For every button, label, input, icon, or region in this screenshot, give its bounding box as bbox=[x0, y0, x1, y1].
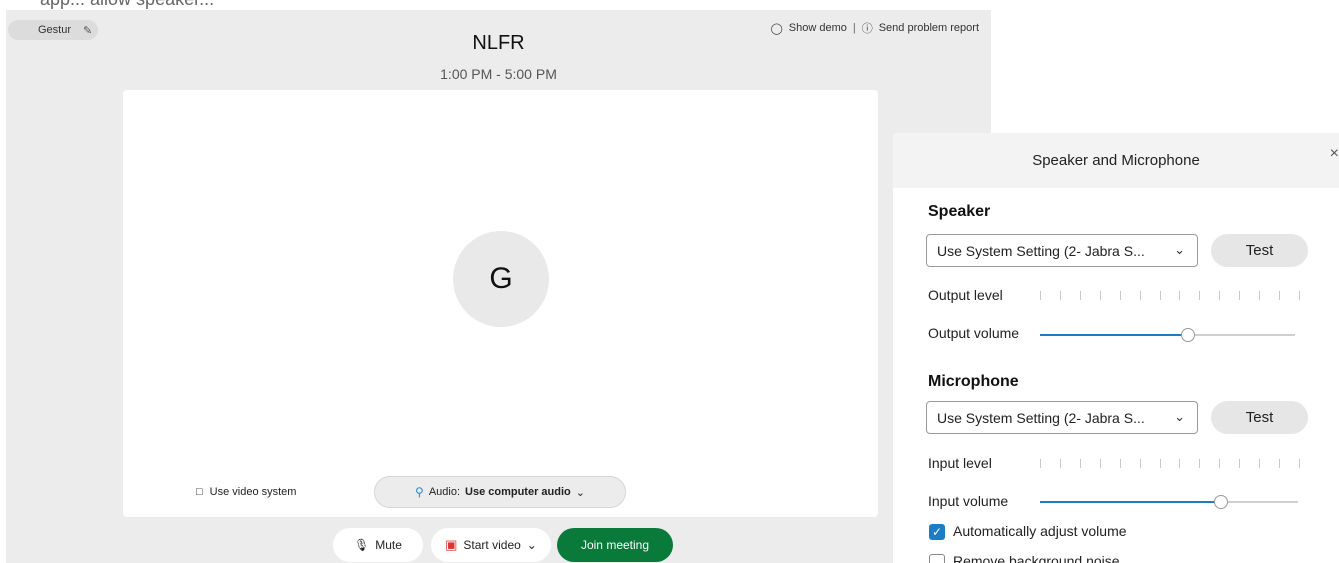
avatar: G bbox=[453, 231, 549, 327]
start-video-button[interactable]: ▣ Start video ⌄ bbox=[431, 528, 551, 562]
input-level-label: Input level bbox=[928, 455, 992, 471]
chevron-down-icon[interactable]: ⌄ bbox=[527, 538, 537, 552]
auto-adjust-checkbox[interactable]: ✓ bbox=[929, 524, 945, 540]
microphone-heading: Microphone bbox=[928, 373, 1019, 390]
headset-icon: ⚲ bbox=[415, 485, 424, 499]
start-video-label: Start video bbox=[463, 538, 521, 552]
panel-header: Speaker and Microphone bbox=[893, 133, 1339, 188]
meeting-time: 1:00 PM - 5:00 PM bbox=[440, 66, 557, 82]
auto-adjust-label: Automatically adjust volume bbox=[953, 523, 1127, 539]
microphone-select[interactable]: Use System Setting (2- Jabra S... ⌄ bbox=[926, 401, 1198, 434]
output-level-meter bbox=[1040, 291, 1300, 301]
microphone-test-button[interactable]: Test bbox=[1211, 401, 1308, 434]
background-text: app... allow speaker... bbox=[40, 0, 214, 10]
background-text-strip: app... allow speaker... bbox=[0, 0, 1339, 10]
close-icon[interactable]: × bbox=[1330, 145, 1339, 163]
chevron-down-icon: ⌄ bbox=[575, 486, 585, 499]
speaker-select[interactable]: Use System Setting (2- Jabra S... ⌄ bbox=[926, 234, 1198, 267]
audio-value: Use computer audio bbox=[465, 486, 571, 498]
use-video-system-button[interactable]: □ Use video system bbox=[196, 486, 296, 498]
input-volume-label: Input volume bbox=[928, 493, 1009, 509]
join-meeting-button[interactable]: Join meeting bbox=[557, 528, 673, 562]
chevron-down-icon: ⌄ bbox=[1174, 242, 1185, 257]
microphone-select-value: Use System Setting (2- Jabra S... bbox=[937, 409, 1145, 426]
microphone-icon: 🎙 bbox=[354, 538, 370, 552]
input-volume-thumb[interactable] bbox=[1214, 495, 1228, 509]
speaker-microphone-panel: Speaker and Microphone × Speaker Use Sys… bbox=[893, 133, 1339, 563]
audio-prefix: Audio: bbox=[428, 486, 461, 498]
mute-label: Mute bbox=[375, 538, 402, 552]
input-volume-fill bbox=[1040, 501, 1221, 503]
output-volume-thumb[interactable] bbox=[1181, 328, 1195, 342]
speaker-heading: Speaker bbox=[928, 203, 991, 220]
speaker-test-button[interactable]: Test bbox=[1211, 234, 1308, 267]
chevron-down-icon: ⌄ bbox=[1174, 409, 1185, 424]
use-video-system-label: Use video system bbox=[209, 486, 297, 498]
meeting-preview-window: Gestur ✎ ◯ Show demo | ⓘ Send problem re… bbox=[6, 10, 991, 563]
panel-title: Speaker and Microphone bbox=[1032, 152, 1200, 169]
camera-off-icon: ▣ bbox=[445, 537, 458, 552]
video-preview: G □ Use video system ⚲ Audio: Use comput… bbox=[123, 90, 878, 517]
output-volume-label: Output volume bbox=[928, 325, 1020, 341]
audio-select-button[interactable]: ⚲ Audio: Use computer audio ⌄ bbox=[374, 476, 626, 508]
output-volume-fill bbox=[1040, 334, 1188, 336]
input-level-meter bbox=[1040, 459, 1300, 469]
remove-noise-checkbox[interactable] bbox=[929, 554, 945, 563]
meeting-title: NLFR bbox=[472, 32, 525, 54]
mute-button[interactable]: 🎙 Mute bbox=[333, 528, 423, 562]
output-level-label: Output level bbox=[928, 287, 1003, 303]
remove-noise-label: Remove background noise bbox=[953, 553, 1120, 563]
cast-icon: □ bbox=[196, 486, 203, 498]
speaker-select-value: Use System Setting (2- Jabra S... bbox=[937, 242, 1145, 259]
